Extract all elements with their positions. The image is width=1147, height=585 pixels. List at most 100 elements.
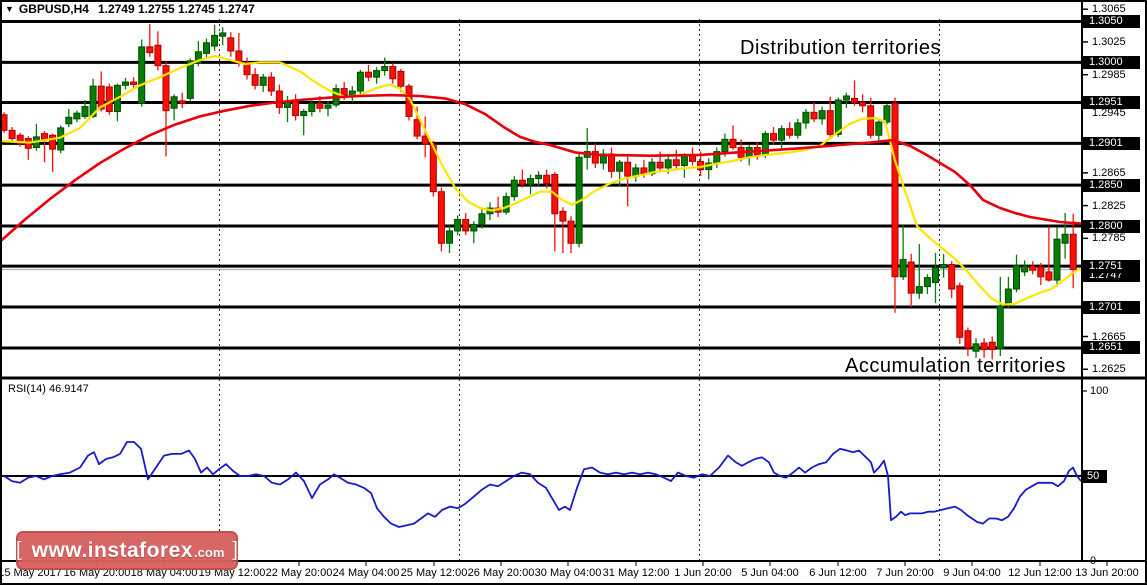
candlestick bbox=[729, 138, 737, 149]
ma-slow-line bbox=[0, 93, 1082, 243]
candlestick bbox=[462, 219, 470, 232]
candlestick bbox=[389, 66, 397, 80]
candlestick bbox=[413, 119, 421, 137]
chart-canvas[interactable] bbox=[0, 0, 1147, 585]
candlestick bbox=[365, 71, 372, 78]
candlestick bbox=[1053, 238, 1061, 281]
candlestick bbox=[867, 105, 875, 136]
candlestick bbox=[567, 220, 575, 244]
candlestick bbox=[932, 267, 939, 284]
accumulation-annotation: Accumulation territories bbox=[845, 355, 1066, 377]
candlestick bbox=[1037, 266, 1045, 278]
candlestick bbox=[130, 81, 138, 86]
candlestick bbox=[988, 341, 996, 351]
candlestick bbox=[559, 210, 567, 222]
candlestick bbox=[1004, 288, 1012, 304]
candlestick bbox=[680, 155, 688, 167]
candlestick bbox=[608, 153, 615, 172]
time-axis-label: 24 May 04:00 bbox=[332, 567, 400, 579]
ohlc-quotes-label: 1.2749 1.2755 1.2745 1.2747 bbox=[97, 2, 255, 16]
candlestick bbox=[381, 66, 389, 72]
time-axis-label: 5 Jun 04:00 bbox=[741, 567, 799, 579]
rsi-indicator-label: RSI(14) 46.9147 bbox=[8, 383, 89, 395]
price-axis-label: 1.2785 bbox=[1092, 232, 1126, 245]
candlestick bbox=[502, 196, 510, 213]
candlestick bbox=[65, 116, 73, 125]
candlestick bbox=[470, 223, 478, 232]
candlestick bbox=[186, 60, 194, 99]
candlestick bbox=[478, 213, 486, 225]
logo-bracket-left: [ bbox=[16, 539, 22, 561]
candlestick bbox=[656, 161, 664, 169]
candlestick bbox=[851, 97, 858, 104]
time-axis-label: 31 May 12:00 bbox=[602, 567, 670, 579]
candlestick bbox=[348, 90, 356, 96]
price-axis-label: 1.2800 bbox=[1083, 219, 1140, 233]
price-axis-label: 1.2701 bbox=[1083, 300, 1140, 314]
logo-suffix: .com bbox=[194, 545, 225, 560]
instaforex-logo: [ www.instaforex .com ] bbox=[16, 531, 238, 570]
time-axis-label: 25 May 12:00 bbox=[400, 567, 468, 579]
candlestick bbox=[883, 105, 891, 123]
price-axis-label: 1.2651 bbox=[1083, 341, 1140, 355]
candlestick bbox=[842, 95, 850, 101]
rsi-axis-label: 50 bbox=[1083, 469, 1107, 483]
time-axis-label: 9 Jun 04:00 bbox=[943, 567, 1001, 579]
candlestick bbox=[316, 102, 324, 109]
candlestick bbox=[810, 111, 818, 120]
candlestick bbox=[292, 101, 300, 117]
candlestick bbox=[154, 44, 162, 67]
price-axis-label: 1.3000 bbox=[1083, 55, 1140, 69]
candlestick bbox=[818, 110, 826, 120]
candlestick bbox=[251, 74, 259, 86]
candlestick bbox=[907, 261, 915, 294]
time-axis-label: 12 Jun 12:00 bbox=[1008, 567, 1072, 579]
candlestick bbox=[770, 133, 777, 141]
candlestick bbox=[535, 174, 543, 180]
candlestick bbox=[964, 330, 972, 349]
candlestick bbox=[616, 161, 624, 172]
candlestick bbox=[454, 219, 462, 232]
candlestick bbox=[122, 81, 129, 86]
time-axis-label: 26 May 20:00 bbox=[467, 567, 535, 579]
rsi-line bbox=[3, 441, 1082, 528]
chart-window: ▼ GBPUSD,H4 1.2749 1.2755 1.2745 1.2747 … bbox=[0, 0, 1147, 585]
chevron-down-icon[interactable]: ▼ bbox=[5, 4, 14, 14]
symbol-period-label: GBPUSD,H4 bbox=[18, 2, 89, 16]
candlestick bbox=[267, 76, 275, 92]
candlestick bbox=[859, 102, 867, 107]
candlestick bbox=[624, 161, 632, 177]
candlestick bbox=[672, 159, 680, 167]
candlestick bbox=[356, 71, 364, 92]
logo-bracket-right: ] bbox=[232, 539, 238, 561]
candlestick bbox=[689, 155, 696, 162]
candlestick bbox=[980, 342, 988, 351]
candlestick bbox=[899, 259, 907, 278]
candlestick bbox=[802, 111, 810, 124]
candlestick bbox=[891, 102, 899, 278]
candlestick bbox=[170, 96, 178, 109]
candlestick bbox=[138, 46, 146, 104]
candlestick bbox=[527, 178, 534, 185]
candlestick bbox=[778, 128, 786, 141]
candlestick bbox=[875, 121, 883, 136]
rsi-axis-label: 100 bbox=[1090, 385, 1109, 397]
price-axis-label: 1.3050 bbox=[1083, 15, 1140, 28]
candlestick bbox=[324, 104, 332, 109]
price-axis-label: 1.2985 bbox=[1092, 68, 1126, 81]
candlestick bbox=[996, 305, 1004, 350]
price-axis-label: 1.3025 bbox=[1092, 35, 1126, 48]
time-axis-label: 22 May 20:00 bbox=[265, 567, 333, 579]
price-axis-label: 1.2751 bbox=[1083, 259, 1140, 273]
candlestick bbox=[146, 46, 154, 54]
candlestick bbox=[397, 70, 405, 87]
price-axis-label: 1.2850 bbox=[1083, 178, 1140, 192]
candlestick bbox=[1045, 271, 1053, 281]
candlestick bbox=[1069, 233, 1077, 270]
price-axis-label: 1.2625 bbox=[1092, 363, 1126, 376]
candlestick bbox=[543, 174, 551, 185]
candlestick bbox=[340, 88, 348, 96]
candlestick bbox=[721, 138, 729, 153]
candlestick bbox=[923, 277, 931, 288]
candlestick bbox=[8, 129, 16, 140]
